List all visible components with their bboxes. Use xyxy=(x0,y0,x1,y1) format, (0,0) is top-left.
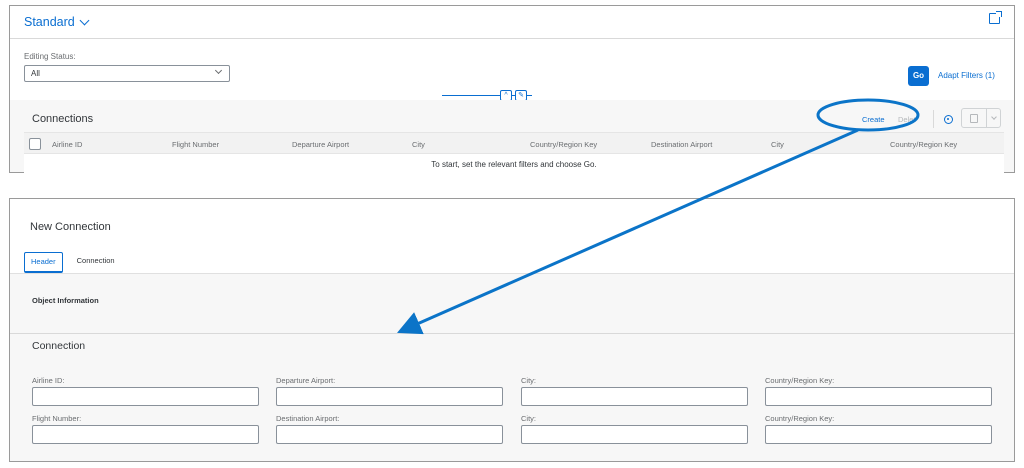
table-area: Connections Create Delet Airline ID Flig… xyxy=(10,100,1014,174)
toolbar-separator xyxy=(933,110,934,128)
section-title: Connection xyxy=(32,340,86,352)
variant-title: Standard xyxy=(24,15,75,29)
header-divider xyxy=(10,38,1014,39)
table-header: Airline ID Flight Number Departure Airpo… xyxy=(24,132,1004,154)
city-field[interactable] xyxy=(521,387,748,406)
export-button[interactable] xyxy=(961,108,1001,128)
chevron-down-icon xyxy=(990,113,997,120)
departure-airport-field[interactable] xyxy=(276,387,503,406)
share-icon[interactable] xyxy=(989,11,1002,24)
export-action[interactable] xyxy=(962,109,986,127)
destination-airport-label: Destination Airport: xyxy=(276,414,340,423)
no-data-text: To start, set the relevant filters and c… xyxy=(24,154,1004,174)
section-title: Object Information xyxy=(32,296,99,305)
column-header[interactable]: Destination Airport xyxy=(651,140,712,149)
tab-bar: Header Connection xyxy=(24,252,121,273)
country-key-field[interactable] xyxy=(765,425,992,444)
country-key-label: Country/Region Key: xyxy=(765,376,835,385)
select-all-checkbox[interactable] xyxy=(29,138,41,150)
flight-number-field[interactable] xyxy=(32,425,259,444)
country-key-label: Country/Region Key: xyxy=(765,414,835,423)
tab-connection[interactable]: Connection xyxy=(71,252,121,273)
page-title: New Connection xyxy=(30,221,111,233)
country-key-field[interactable] xyxy=(765,387,992,406)
create-button[interactable]: Create xyxy=(862,115,885,124)
delete-button[interactable]: Delet xyxy=(898,115,916,124)
export-menu[interactable] xyxy=(986,109,1000,127)
variant-selector[interactable]: Standard xyxy=(24,15,90,29)
column-header[interactable]: Country/Region Key xyxy=(530,140,597,149)
column-header[interactable]: City xyxy=(771,140,784,149)
object-information-section: Object Information xyxy=(10,273,1014,333)
column-header[interactable]: Flight Number xyxy=(172,140,219,149)
object-page-panel: New Connection Header Connection Object … xyxy=(9,198,1015,462)
airline-id-field[interactable] xyxy=(32,387,259,406)
departure-airport-label: Departure Airport: xyxy=(276,376,336,385)
editing-status-value: All xyxy=(31,69,40,78)
destination-airport-field[interactable] xyxy=(276,425,503,444)
column-header[interactable]: Departure Airport xyxy=(292,140,349,149)
column-header[interactable]: City xyxy=(412,140,425,149)
city-field[interactable] xyxy=(521,425,748,444)
column-header[interactable]: Airline ID xyxy=(52,140,82,149)
editing-status-label: Editing Status: xyxy=(24,52,76,61)
chevron-down-icon xyxy=(214,66,223,75)
editing-status-select[interactable]: All xyxy=(24,65,230,82)
export-icon xyxy=(970,113,978,123)
tab-header[interactable]: Header xyxy=(24,252,63,273)
connection-section: Connection Airline ID: Departure Airport… xyxy=(10,333,1014,461)
city-label: City: xyxy=(521,376,536,385)
chevron-down-icon xyxy=(79,15,90,26)
table-title: Connections xyxy=(32,113,94,125)
airline-id-label: Airline ID: xyxy=(32,376,65,385)
flight-number-label: Flight Number: xyxy=(32,414,82,423)
adapt-filters-link[interactable]: Adapt Filters (1) xyxy=(938,71,995,80)
city-label: City: xyxy=(521,414,536,423)
gear-icon[interactable] xyxy=(944,115,953,124)
list-report-panel: Standard Editing Status: All Go Adapt Fi… xyxy=(9,5,1015,174)
column-header[interactable]: Country/Region Key xyxy=(890,140,957,149)
go-button[interactable]: Go xyxy=(908,66,929,86)
